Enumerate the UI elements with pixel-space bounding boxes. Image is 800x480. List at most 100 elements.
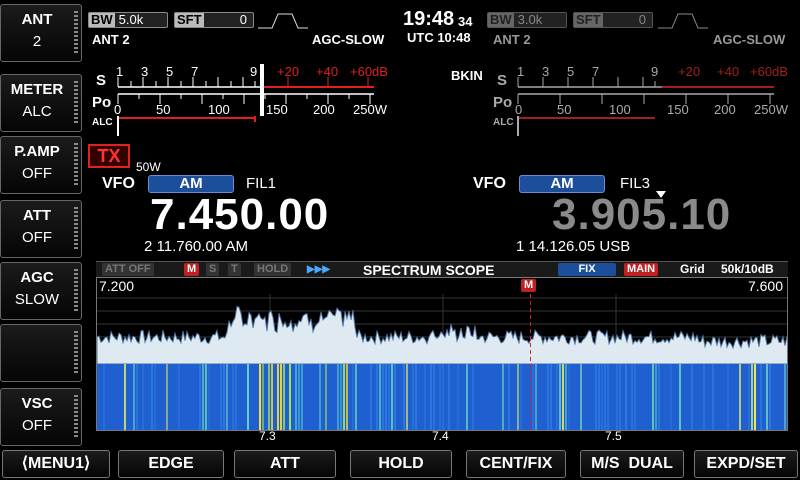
sub-meter-alc-label: ALC [493, 117, 514, 128]
sub-ant: ANT 2 [493, 32, 531, 47]
waterfall-signal-line [415, 364, 417, 430]
edge-button[interactable]: EDGE [118, 450, 224, 478]
sub-frequency[interactable]: 3.905.10 [552, 190, 731, 240]
scope-hold-tag[interactable]: HOLD [254, 263, 292, 276]
waterfall-signal-line [754, 364, 756, 430]
spectrum-graph [97, 278, 787, 430]
waterfall-signal-line [412, 364, 414, 430]
preamp-key[interactable]: P.AMP OFF [0, 136, 82, 194]
main-s-20: +20 [277, 64, 300, 79]
waterfall-signal-line [202, 364, 204, 430]
main-bw-chip[interactable]: BW 5.0k [88, 12, 168, 28]
waterfall-signal-line [208, 364, 210, 430]
ant-key-value: 2 [32, 33, 42, 50]
waterfall-signal-line [616, 364, 618, 430]
blank-key[interactable] [0, 324, 82, 382]
main-vfo-label: VFO [102, 175, 135, 192]
agc-key-value: SLOW [14, 291, 60, 308]
waterfall-signal-line [550, 364, 552, 430]
scope-t-tag[interactable]: T [228, 263, 241, 276]
waterfall-signal-line [295, 364, 297, 430]
meter-key[interactable]: METER ALC [0, 74, 82, 132]
grip-icon [74, 143, 78, 187]
spectrum-scope[interactable]: 7.200 7.600 M [96, 277, 788, 431]
scope-span[interactable]: 50k/10dB [718, 263, 777, 276]
sub-s-9: 9 [651, 64, 659, 79]
waterfall-signal-line [103, 364, 105, 430]
main-ant: ANT 2 [92, 32, 130, 47]
waterfall-signal-line [133, 364, 135, 430]
waterfall-signal-line [442, 364, 444, 430]
main-s-5: 5 [166, 64, 174, 79]
main-s-1: 1 [116, 64, 124, 79]
meter-key-title: METER [10, 81, 64, 98]
waterfall-signal-line [280, 364, 282, 430]
scope-m-tag[interactable]: M [184, 263, 200, 276]
waterfall-signal-line [199, 364, 201, 430]
waterfall-signal-line [739, 364, 741, 430]
waterfall-signal-line [433, 364, 435, 430]
waterfall-signal-line [424, 364, 426, 430]
main-po-100: 100 [208, 102, 230, 117]
sub-po-50: 50 [557, 102, 572, 117]
waterfall-signal-line [604, 364, 606, 430]
scope-att-off[interactable]: ATT OFF [102, 263, 154, 276]
scope-s-tag[interactable]: S [206, 263, 220, 276]
waterfall-signal-line [352, 364, 354, 430]
vsc-key[interactable]: VSC OFF [0, 388, 82, 446]
ms-dual-button[interactable]: M/S DUAL [580, 450, 684, 478]
waterfall-signal-line [631, 364, 633, 430]
scope-fix-tag[interactable]: FIX [558, 263, 616, 276]
scope-main-tag[interactable]: MAIN [624, 263, 659, 276]
grip-icon [74, 331, 78, 375]
waterfall-signal-line [595, 364, 597, 430]
menu1-button[interactable]: ⟨MENU1⟩ [2, 450, 110, 478]
scope-title: SPECTRUM SCOPE [363, 262, 495, 278]
waterfall-signal-line [712, 364, 714, 430]
waterfall-signal-line [142, 364, 144, 430]
waterfall-signal-line [655, 364, 657, 430]
waterfall-signal-line [535, 364, 537, 430]
scope-tick-7-5: 7.5 [605, 429, 622, 443]
waterfall-signal-line [547, 364, 549, 430]
main-po-250: 250W [353, 102, 387, 117]
waterfall-signal-line [178, 364, 180, 430]
sub-po-200: 200 [714, 102, 736, 117]
preamp-key-value: OFF [22, 165, 52, 182]
waterfall-signal-line [154, 364, 156, 430]
sub-s-60: +60dB [750, 64, 788, 79]
hold-button[interactable]: HOLD [350, 450, 452, 478]
waterfall-signal-line [598, 364, 600, 430]
waterfall-signal-line [337, 364, 339, 430]
waterfall-signal-line [691, 364, 693, 430]
main-bw-value: 5.0k [118, 12, 144, 27]
att-button[interactable]: ATT [234, 450, 336, 478]
main-frequency[interactable]: 7.450.00 [150, 190, 329, 240]
main-sft-chip[interactable]: SFT 0 [174, 12, 254, 28]
grip-icon [74, 207, 78, 251]
waterfall-signal-line [370, 364, 372, 430]
sub-filter-shape-icon [658, 13, 708, 29]
agc-key-title: AGC [20, 269, 54, 286]
waterfall-signal-line [379, 364, 381, 430]
scope-speed-icon: ▶▶▶ [307, 264, 331, 275]
clock-time: 19:48 [403, 8, 455, 30]
ant-key[interactable]: ANT 2 [0, 4, 82, 62]
waterfall-signal-line [565, 364, 567, 430]
att-key[interactable]: ATT OFF [0, 200, 82, 258]
expd-set-button[interactable]: EXPD/SET [694, 450, 798, 478]
main-meter-s-label: S [96, 72, 107, 89]
clock-seconds: 34 [458, 14, 473, 29]
main-s-7: 7 [191, 64, 199, 79]
cent-fix-button[interactable]: CENT/FIX [466, 450, 566, 478]
sub-bw-chip[interactable]: BW 3.0k [487, 12, 567, 28]
waterfall-signal-line [703, 364, 705, 430]
sub-s-7: 7 [592, 64, 600, 79]
waterfall-signal-line [277, 364, 279, 430]
sub-sft-chip[interactable]: SFT 0 [573, 12, 653, 28]
tx-badge: TX [88, 144, 130, 168]
waterfall-signal-line [166, 364, 168, 430]
waterfall-signal-line [235, 364, 237, 430]
agc-key[interactable]: AGC SLOW [0, 262, 82, 320]
waterfall-signal-line [508, 364, 510, 430]
